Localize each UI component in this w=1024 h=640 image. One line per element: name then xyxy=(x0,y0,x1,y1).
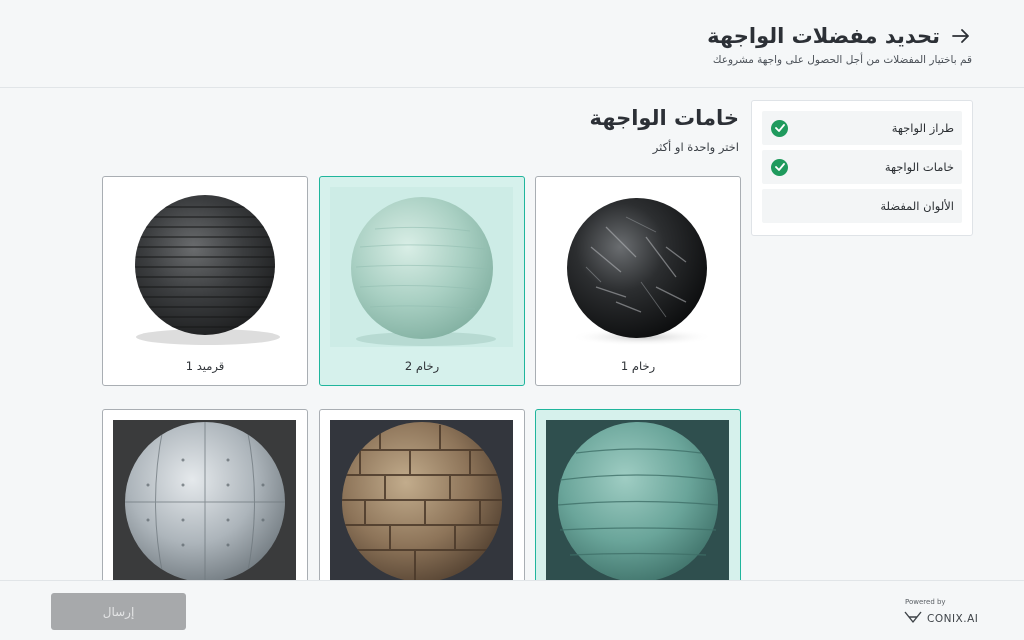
material-label: رخام 1 xyxy=(620,359,656,373)
step-label: خامات الواجهة xyxy=(884,160,954,174)
powered-by-label: Powered by xyxy=(905,598,946,606)
material-label: رخام 2 xyxy=(404,359,440,373)
dark-brick-sphere-icon xyxy=(113,187,296,347)
back-arrow-icon[interactable] xyxy=(950,25,972,47)
page-title: تحديد مفضلات الواجهة xyxy=(707,24,940,48)
page-footer: إرسال Powered by CONIX.AI xyxy=(0,580,1024,640)
step-label: طراز الواجهة xyxy=(891,121,954,135)
material-card-brick-1[interactable]: قرميد 1 xyxy=(102,176,308,386)
submit-button[interactable]: إرسال xyxy=(51,593,186,630)
step-label: الألوان المفضلة xyxy=(880,199,954,213)
steps-panel: طراز الواجهة خامات الواجهة الألوان المفض… xyxy=(751,100,973,236)
brand: CONIX.AI xyxy=(904,609,978,628)
step-preferred-colors[interactable]: الألوان المفضلة xyxy=(762,189,962,223)
section-title: خامات الواجهة xyxy=(589,106,739,130)
black-marble-sphere-icon xyxy=(546,187,729,347)
grey-concrete-panel-sphere-icon xyxy=(113,420,296,580)
page-header: تحديد مفضلات الواجهة قم باختيار المفضلات… xyxy=(0,0,1024,88)
conix-logo-icon xyxy=(904,609,922,628)
section-subtitle: اختر واحدة او أكثر xyxy=(652,140,739,154)
check-icon xyxy=(771,119,788,137)
material-label: قرميد 1 xyxy=(185,359,225,373)
material-card-marble-2[interactable]: رخام 2 xyxy=(319,176,525,386)
material-card-marble-1[interactable]: رخام 1 xyxy=(535,176,741,386)
step-facade-style[interactable]: طراز الواجهة xyxy=(762,111,962,145)
green-marble-sphere-icon xyxy=(330,187,513,347)
stone-block-sphere-icon xyxy=(330,420,513,580)
header-title-row: تحديد مفضلات الواجهة xyxy=(707,24,972,48)
step-facade-materials[interactable]: خامات الواجهة xyxy=(762,150,962,184)
page-subtitle: قم باختيار المفضلات من أجل الحصول على وا… xyxy=(712,54,972,66)
teal-concrete-sphere-icon xyxy=(546,420,729,580)
check-icon xyxy=(771,158,788,176)
brand-name: CONIX.AI xyxy=(927,612,979,625)
